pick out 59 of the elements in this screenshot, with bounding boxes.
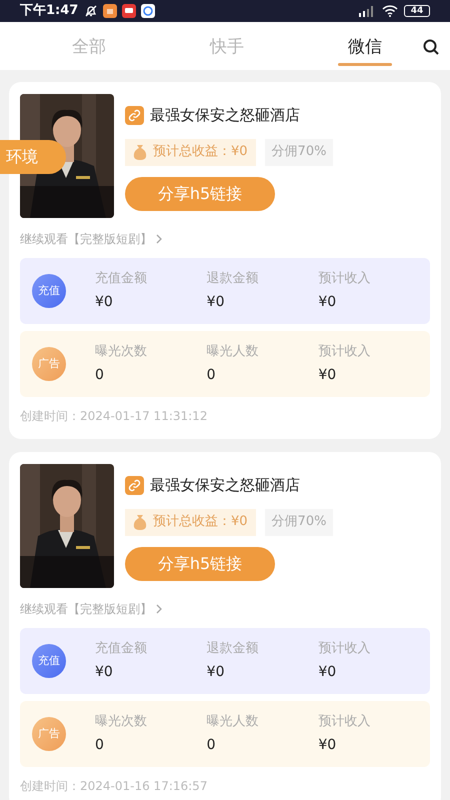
share-button[interactable]: 分享h5链接 [125,546,275,580]
wifi-icon [382,5,398,17]
app-icon [103,4,118,18]
tab[interactable]: 快手 [200,34,254,70]
category-badge: 充值 [32,274,66,308]
money-bag-icon [133,514,147,530]
stat-value: 0 [95,736,105,756]
created-time: 创建时间：2024-01-17 11:31:12 [20,408,208,425]
search-button[interactable] [422,38,440,56]
share-button[interactable]: 分享h5链接 [125,176,275,210]
stat-label: 充值金额 [95,640,148,658]
commission-chip: 分佣70% [264,138,334,166]
stat-value: ¥0 [318,293,338,312]
stat-value: ¥0 [318,366,338,386]
signal-icon [358,5,376,17]
stat-label: 曝光人数 [206,712,260,731]
stat-value: ¥0 [318,736,338,756]
link-icon [125,476,144,495]
stat-label: 曝光人数 [206,342,260,361]
stat-value: ¥0 [318,663,338,682]
stat-value: ¥0 [95,293,114,312]
chevron-right-icon [156,234,163,244]
category-badge: 广告 [32,347,66,381]
stat-label: 预计收入 [318,640,372,658]
drama-title: 最强女保安之怒砸酒店 [150,475,300,496]
stat-label: 曝光次数 [95,712,148,731]
stat-value: ¥0 [95,663,114,682]
earnings-chip: 预计总收益：¥0 [125,138,256,166]
category-badge: 广告 [32,717,66,751]
category-badge: 充值 [32,644,66,678]
app-icon [122,4,136,18]
floating-badge: 环境 [0,140,66,174]
stat-label: 充值金额 [95,270,148,288]
chevron-right-icon [156,604,163,614]
earnings-chip: 预计总收益：¥0 [125,508,256,536]
app-icon [141,4,156,18]
tab[interactable]: 全部 [62,34,116,70]
continue-link[interactable]: 继续观看【完整版短剧】 [20,230,163,248]
stat-label: 退款金额 [206,640,260,658]
stat-label: 预计收入 [318,270,372,288]
link-icon [125,106,144,125]
drama-title: 最强女保安之怒砸酒店 [150,105,300,126]
stat-value: 0 [206,366,217,386]
stat-value: 0 [206,736,217,756]
stat-label: 预计收入 [318,342,372,361]
commission-chip: 分佣70% [264,508,334,536]
tab[interactable]: 微信 [338,34,392,70]
stat-label: 退款金额 [206,270,260,288]
money-bag-icon [133,144,147,160]
stat-value: ¥0 [206,663,226,682]
stat-label: 曝光次数 [95,342,148,361]
status-time: 下午1:47 [20,2,78,20]
stat-value: ¥0 [206,293,226,312]
battery-indicator: 44 [404,5,430,17]
bell-off-icon [84,4,98,18]
stat-value: 0 [95,366,105,386]
created-time: 创建时间：2024-01-16 17:16:57 [20,778,208,795]
stat-label: 预计收入 [318,712,372,731]
continue-link[interactable]: 继续观看【完整版短剧】 [20,600,163,618]
